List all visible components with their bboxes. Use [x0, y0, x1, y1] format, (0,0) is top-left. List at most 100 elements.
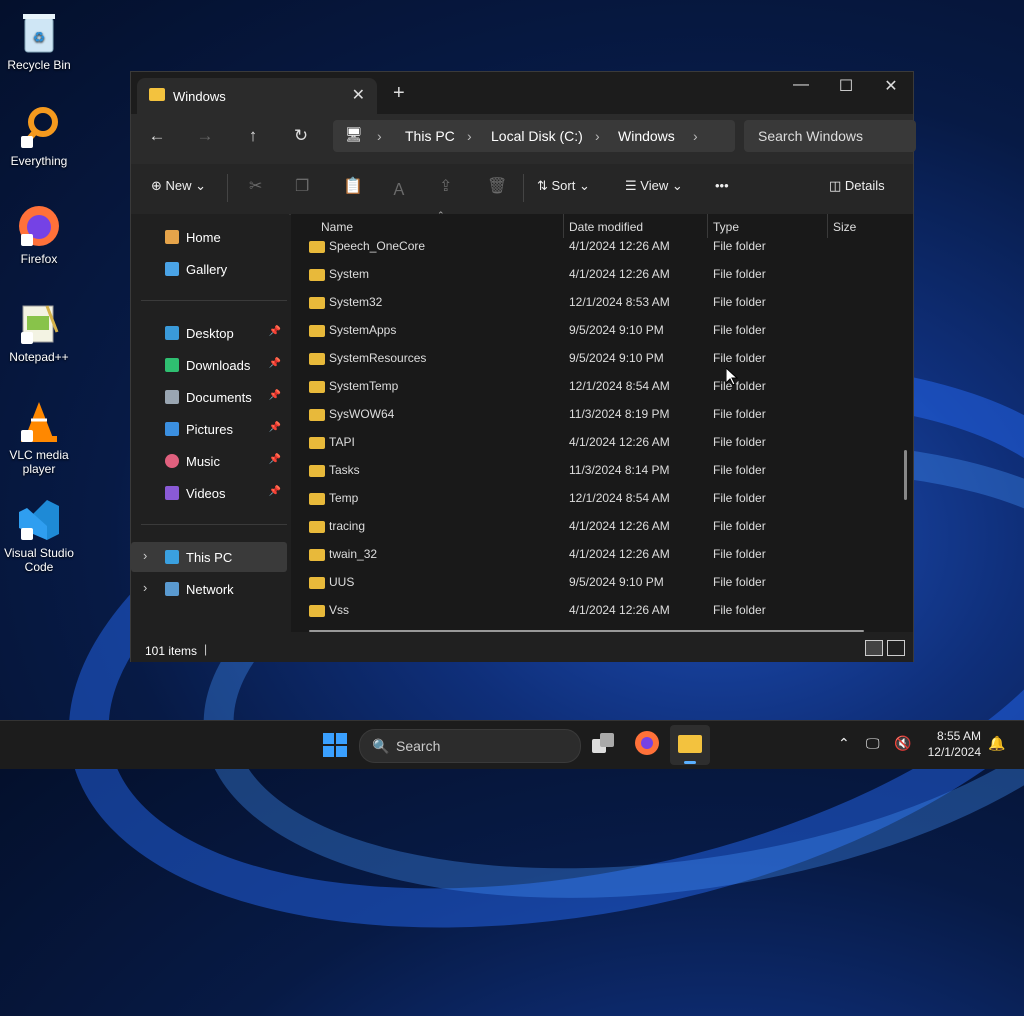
delete-icon[interactable]: 🗑	[487, 176, 507, 196]
forward-button[interactable]: →	[193, 126, 217, 146]
breadcrumb-this-pc[interactable]: This PC	[405, 128, 455, 144]
details-pane-button[interactable]: ◫ Details	[829, 178, 885, 194]
pin-icon: 📌	[268, 422, 281, 433]
sidebar-item-videos[interactable]: Videos 📌	[131, 478, 287, 508]
column-divider[interactable]	[707, 214, 708, 238]
sidebar-item-network[interactable]: › Network	[131, 574, 287, 604]
search-input[interactable]: Search Windows	[758, 128, 863, 144]
network-tray-icon[interactable]: 🖵	[866, 735, 880, 752]
svg-text:♻: ♻	[33, 29, 46, 45]
up-button[interactable]: ↑	[241, 126, 265, 146]
back-button[interactable]: ←	[145, 126, 169, 146]
chevron-up-icon[interactable]: ⌃	[838, 735, 850, 752]
address-row: ← → ↑ ↻ 🖥 › This PC › Local Disk (C:) › …	[131, 114, 916, 164]
item-count: 101 items	[145, 644, 198, 658]
column-header-type[interactable]: Type	[713, 220, 739, 234]
sidebar-divider	[141, 524, 287, 525]
start-button-windows-icon[interactable]	[323, 733, 347, 757]
sort-button[interactable]: ⇅ Sort ⌄	[537, 178, 590, 194]
taskbar: 🔍 Search ⌃ 🖵 🔇 8:55 AM 12/1/2024 🔔	[0, 720, 1024, 769]
clock-date[interactable]: 12/1/2024	[925, 745, 981, 759]
folder-icon	[309, 241, 325, 253]
pin-icon: 📌	[268, 454, 281, 465]
file-explorer-window: Windows ✕ + — ☐ ✕ ← → ↑ ↻ 🖥 › This PC › …	[130, 71, 916, 662]
share-icon[interactable]: ⇪	[439, 176, 452, 196]
breadcrumb-chevron-icon: ›	[467, 128, 472, 144]
notification-bell-icon[interactable]: 🔔	[988, 735, 1005, 752]
chevron-right-icon[interactable]: ›	[143, 580, 147, 595]
sidebar-item-desktop[interactable]: Desktop 📌	[131, 318, 287, 348]
firefox-icon	[17, 204, 61, 248]
navigation-pane: Home Gallery Desktop 📌 Downloads 📌 Docum…	[131, 214, 289, 632]
breadcrumb-windows[interactable]: Windows	[618, 128, 675, 144]
firefox-taskbar-icon[interactable]	[635, 731, 659, 755]
minimize-button[interactable]: —	[781, 76, 821, 94]
search-icon: 🔍	[372, 738, 390, 754]
this-pc-icon	[165, 550, 179, 564]
vertical-scrollbar[interactable]	[904, 450, 907, 500]
tab-windows[interactable]: Windows ✕	[137, 78, 377, 114]
cut-icon[interactable]: ✂	[249, 176, 262, 196]
folder-icon	[149, 88, 165, 101]
maximize-button[interactable]: ☐	[826, 76, 866, 96]
new-tab-button[interactable]: +	[393, 82, 405, 105]
desktop-icon-vlc[interactable]: VLC media player	[0, 400, 78, 476]
rename-icon[interactable]: Ａ	[391, 176, 407, 200]
documents-icon	[165, 390, 179, 404]
folder-icon	[309, 437, 325, 449]
column-header-size[interactable]: Size	[833, 220, 856, 234]
column-divider[interactable]	[827, 214, 828, 238]
sidebar-item-documents[interactable]: Documents 📌	[131, 382, 287, 412]
mouse-cursor-icon	[726, 368, 738, 386]
sidebar-item-downloads[interactable]: Downloads 📌	[131, 350, 287, 380]
breadcrumb-local-disk[interactable]: Local Disk (C:)	[491, 128, 583, 144]
notepadpp-icon	[17, 302, 61, 346]
volume-muted-icon[interactable]: 🔇	[894, 735, 911, 752]
details-view-icon[interactable]	[865, 640, 883, 656]
desktop-icon-firefox[interactable]: Firefox	[0, 204, 78, 266]
desktop-icon-recycle-bin[interactable]: ♻ Recycle Bin	[0, 10, 78, 72]
desktop-icon-everything[interactable]: Everything	[0, 106, 78, 168]
column-header-date[interactable]: Date modified	[569, 220, 643, 234]
folder-icon	[309, 325, 325, 337]
refresh-button[interactable]: ↻	[289, 126, 313, 146]
column-header-name[interactable]: Name	[321, 220, 353, 234]
view-button[interactable]: ☰ View ⌄	[625, 178, 683, 194]
gallery-icon	[165, 262, 179, 276]
column-divider[interactable]	[563, 214, 564, 238]
sidebar-item-gallery[interactable]: Gallery	[131, 254, 287, 284]
pin-icon: 📌	[268, 358, 281, 369]
folder-icon	[309, 409, 325, 421]
folder-icon	[309, 549, 325, 561]
desktop-icon-notepadpp[interactable]: Notepad++	[0, 302, 78, 364]
toolbar-divider	[523, 174, 524, 202]
more-options-button[interactable]: •••	[715, 178, 729, 193]
videos-icon	[165, 486, 179, 500]
chevron-right-icon[interactable]: ›	[143, 548, 147, 563]
recycle-bin-icon: ♻	[17, 10, 61, 54]
taskbar-search-label: Search	[396, 738, 441, 754]
tiles-view-icon[interactable]	[887, 640, 905, 656]
file-list: Name ⌃ Date modified Type Size Speech_On…	[291, 210, 913, 632]
sidebar-item-home[interactable]: Home	[131, 222, 287, 252]
taskbar-search-box[interactable]: 🔍 Search	[359, 729, 581, 763]
sidebar-item-pictures[interactable]: Pictures 📌	[131, 414, 287, 444]
close-tab-icon[interactable]: ✕	[352, 85, 365, 105]
folder-icon	[309, 493, 325, 505]
sidebar-item-music[interactable]: Music 📌	[131, 446, 287, 476]
close-window-button[interactable]: ✕	[871, 76, 911, 96]
clock-time[interactable]: 8:55 AM	[925, 729, 981, 743]
command-bar: ⊕ New ⌄ ✂ ❐ 📋 Ａ ⇪ 🗑 ⇅ Sort ⌄ ☰ View ⌄ ••…	[131, 164, 913, 215]
task-view-icon[interactable]	[592, 733, 616, 755]
pin-icon: 📌	[268, 486, 281, 497]
sidebar-item-this-pc[interactable]: › This PC	[131, 542, 287, 572]
address-bar[interactable]: 🖥 › This PC › Local Disk (C:) › Windows …	[333, 120, 735, 152]
search-box[interactable]: Search Windows	[744, 120, 916, 152]
new-button[interactable]: ⊕ New ⌄	[151, 178, 206, 194]
copy-icon[interactable]: ❐	[295, 176, 309, 196]
network-icon	[165, 582, 179, 596]
desktop-icon-vscode[interactable]: Visual Studio Code	[0, 498, 78, 574]
folder-icon	[309, 381, 325, 393]
file-explorer-taskbar-icon[interactable]	[670, 725, 710, 765]
paste-icon[interactable]: 📋	[343, 176, 363, 196]
